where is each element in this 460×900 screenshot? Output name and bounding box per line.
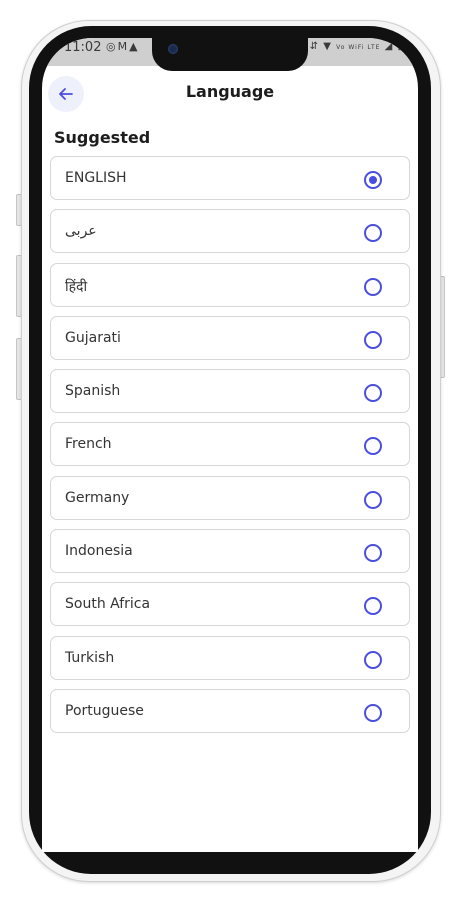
language-option-label: Gujarati	[65, 329, 121, 346]
camera-icon	[168, 44, 178, 54]
wifi-icon: ▼	[323, 41, 332, 52]
radio-unselected-icon[interactable]	[364, 650, 382, 669]
language-option[interactable]: Gujarati	[50, 315, 410, 360]
language-option[interactable]: عربى	[50, 209, 410, 254]
page-title: Language	[185, 82, 275, 101]
language-option[interactable]: Spanish	[50, 369, 410, 414]
notification-icon: ▲	[129, 40, 140, 53]
language-option[interactable]: South Africa	[50, 582, 410, 627]
app-screen: 11:02 ◎M▲ ⇵ ▼ Vo WiFi LTE ◢ ▮ Language S…	[42, 38, 418, 852]
radio-unselected-icon[interactable]	[364, 703, 382, 722]
status-system-icons: ⇵ ▼ Vo WiFi LTE ◢ ▮	[310, 41, 404, 52]
battery-icon: ▮	[397, 41, 404, 52]
language-option-label: Indonesia	[65, 543, 133, 560]
status-notification-icons: ◎M▲	[106, 40, 140, 53]
radio-unselected-icon[interactable]	[364, 384, 382, 403]
language-option[interactable]: Germany	[50, 475, 410, 520]
language-option[interactable]: ENGLISH	[50, 156, 410, 200]
app-header: Language	[42, 74, 418, 114]
language-option[interactable]: Indonesia	[50, 529, 410, 574]
language-list: ENGLISH عربى हिंदी Gujarati Spanish French Ger…	[50, 156, 410, 742]
language-option-label: عربى	[65, 223, 97, 240]
language-option-label: हिंदी	[65, 278, 88, 295]
gmail-icon: M	[117, 40, 130, 53]
radio-unselected-icon[interactable]	[364, 490, 382, 509]
language-option-label: Portuguese	[65, 702, 144, 719]
cell-signal-icon: ◢	[384, 41, 394, 52]
language-option-label: South Africa	[65, 596, 151, 613]
status-time: 11:02	[64, 40, 102, 55]
language-option-label: Germany	[65, 489, 130, 506]
phone-mockup: 11:02 ◎M▲ ⇵ ▼ Vo WiFi LTE ◢ ▮ Language S…	[0, 0, 460, 900]
language-option-label: Spanish	[65, 383, 121, 400]
language-option[interactable]: हिंदी	[50, 262, 410, 307]
radio-unselected-icon[interactable]	[364, 544, 382, 563]
radio-unselected-icon[interactable]	[364, 277, 382, 296]
radio-unselected-icon[interactable]	[364, 224, 382, 243]
language-option[interactable]: Turkish	[50, 635, 410, 680]
signal-arrows-icon: ⇵	[309, 41, 320, 52]
radio-unselected-icon[interactable]	[364, 437, 382, 456]
network-label: Vo WiFi LTE	[336, 44, 381, 51]
radio-unselected-icon[interactable]	[364, 330, 382, 349]
language-option-label: Turkish	[65, 649, 115, 666]
radio-selected-icon[interactable]	[364, 171, 382, 189]
instagram-icon: ◎	[106, 40, 118, 53]
language-option-label: ENGLISH	[65, 170, 127, 186]
language-option[interactable]: French	[50, 422, 410, 467]
language-option[interactable]: Portuguese	[50, 688, 410, 733]
section-title-suggested: Suggested	[54, 128, 151, 147]
radio-dot-icon	[369, 176, 377, 184]
radio-unselected-icon[interactable]	[364, 597, 382, 616]
language-option-label: French	[65, 436, 112, 453]
